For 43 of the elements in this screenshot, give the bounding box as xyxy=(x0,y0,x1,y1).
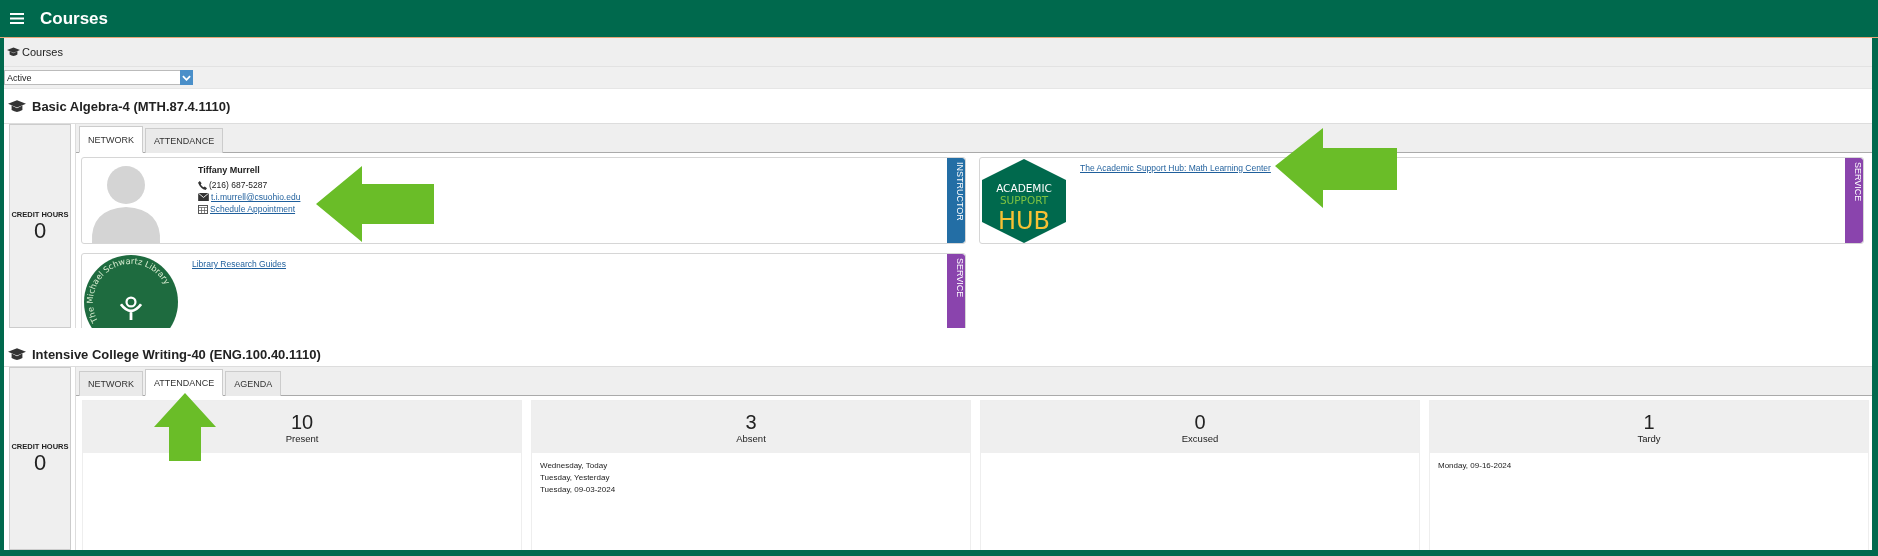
schedule-appointment-link[interactable]: Schedule Appointment xyxy=(210,204,296,214)
attendance-label: Present xyxy=(285,432,319,444)
credit-hours-value: 0 xyxy=(33,218,47,243)
envelope-icon xyxy=(198,193,209,201)
course-title: Intensive College Writing-40 (ENG.100.40.1110) xyxy=(32,346,321,362)
attendance-count: 0 xyxy=(1194,410,1206,433)
graduation-cap-icon xyxy=(8,347,26,361)
phone-number: (216) 687-5287 xyxy=(209,180,268,190)
course-tab[interactable]: ATTENDANCE xyxy=(145,369,224,396)
hub-logo: ACADEMIC SUPPORT HUB xyxy=(982,159,1066,243)
role-tag: SERVICE xyxy=(947,254,965,328)
attendance-date: Tuesday, 09-03-2024 xyxy=(540,485,617,494)
role-tag: INSTRUCTOR xyxy=(947,158,965,243)
course-tab[interactable]: AGENDA xyxy=(225,371,282,396)
attendance-count: 1 xyxy=(1643,410,1655,433)
credit-hours-value: 0 xyxy=(33,451,47,475)
page-title: Courses xyxy=(40,8,109,29)
up-arrow-annotation xyxy=(154,393,216,461)
status-dropdown[interactable]: Active xyxy=(4,70,193,85)
calendar-icon xyxy=(198,204,208,214)
attendance-date: Wednesday, Today xyxy=(540,461,609,470)
attendance-label: Absent xyxy=(736,432,766,444)
course-title: Basic Algebra-4 (MTH.87.4.1110) xyxy=(32,98,231,114)
role-tag: SERVICE xyxy=(1845,158,1863,243)
email-link[interactable]: t.i.murrell@csuohio.edu xyxy=(211,192,301,202)
attendance-date: Monday, 09-16-2024 xyxy=(1438,461,1513,470)
attendance-count: 3 xyxy=(745,410,757,433)
graduation-cap-icon xyxy=(8,99,26,113)
service-link[interactable]: Library Research Guides xyxy=(192,259,286,269)
attendance-date: Tuesday, Yesterday xyxy=(540,473,611,482)
attendance-count: 10 xyxy=(290,410,314,433)
attendance-label: Tardy xyxy=(1637,432,1661,444)
breadcrumb-label: Courses xyxy=(22,46,63,58)
graduation-cap-icon xyxy=(7,47,20,57)
attendance-label: Excused xyxy=(1181,432,1219,444)
instructor-name: Tiffany Murrell xyxy=(198,165,261,175)
course-tab[interactable]: NETWORK xyxy=(79,371,143,396)
menu-icon[interactable] xyxy=(10,13,24,24)
course-tab[interactable]: ATTENDANCE xyxy=(145,128,224,153)
dropdown-caret-icon[interactable] xyxy=(180,70,193,85)
service-link[interactable]: The Academic Support Hub: Math Learning Center xyxy=(1080,163,1271,173)
phone-icon xyxy=(198,180,207,190)
course-tab[interactable]: NETWORK xyxy=(79,126,143,153)
